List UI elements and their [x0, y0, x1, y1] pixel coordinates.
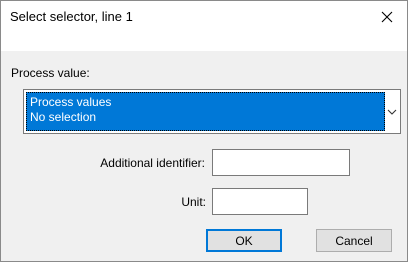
- cancel-button[interactable]: Cancel: [316, 229, 392, 252]
- title-bar: Select selector, line 1: [1, 1, 407, 33]
- additional-identifier-label: Additional identifier:: [100, 156, 205, 170]
- dialog-window: Select selector, line 1 Process value: P…: [0, 0, 408, 262]
- process-value-label: Process value:: [11, 66, 90, 80]
- combobox-dropdown-button[interactable]: [384, 90, 400, 133]
- close-icon: [381, 11, 393, 23]
- ok-button[interactable]: OK: [206, 229, 282, 252]
- additional-identifier-input[interactable]: [212, 149, 350, 176]
- unit-label: Unit:: [181, 195, 206, 209]
- unit-input[interactable]: [212, 188, 308, 215]
- combobox-selected-item[interactable]: Process values No selection: [26, 92, 385, 131]
- chevron-down-icon: [387, 109, 397, 115]
- combobox-line-2: No selection: [30, 110, 97, 124]
- process-value-combobox[interactable]: Process values No selection: [23, 89, 401, 134]
- dialog-title: Select selector, line 1: [10, 9, 133, 24]
- combobox-line-1: Process values: [30, 95, 112, 109]
- close-button[interactable]: [367, 1, 407, 33]
